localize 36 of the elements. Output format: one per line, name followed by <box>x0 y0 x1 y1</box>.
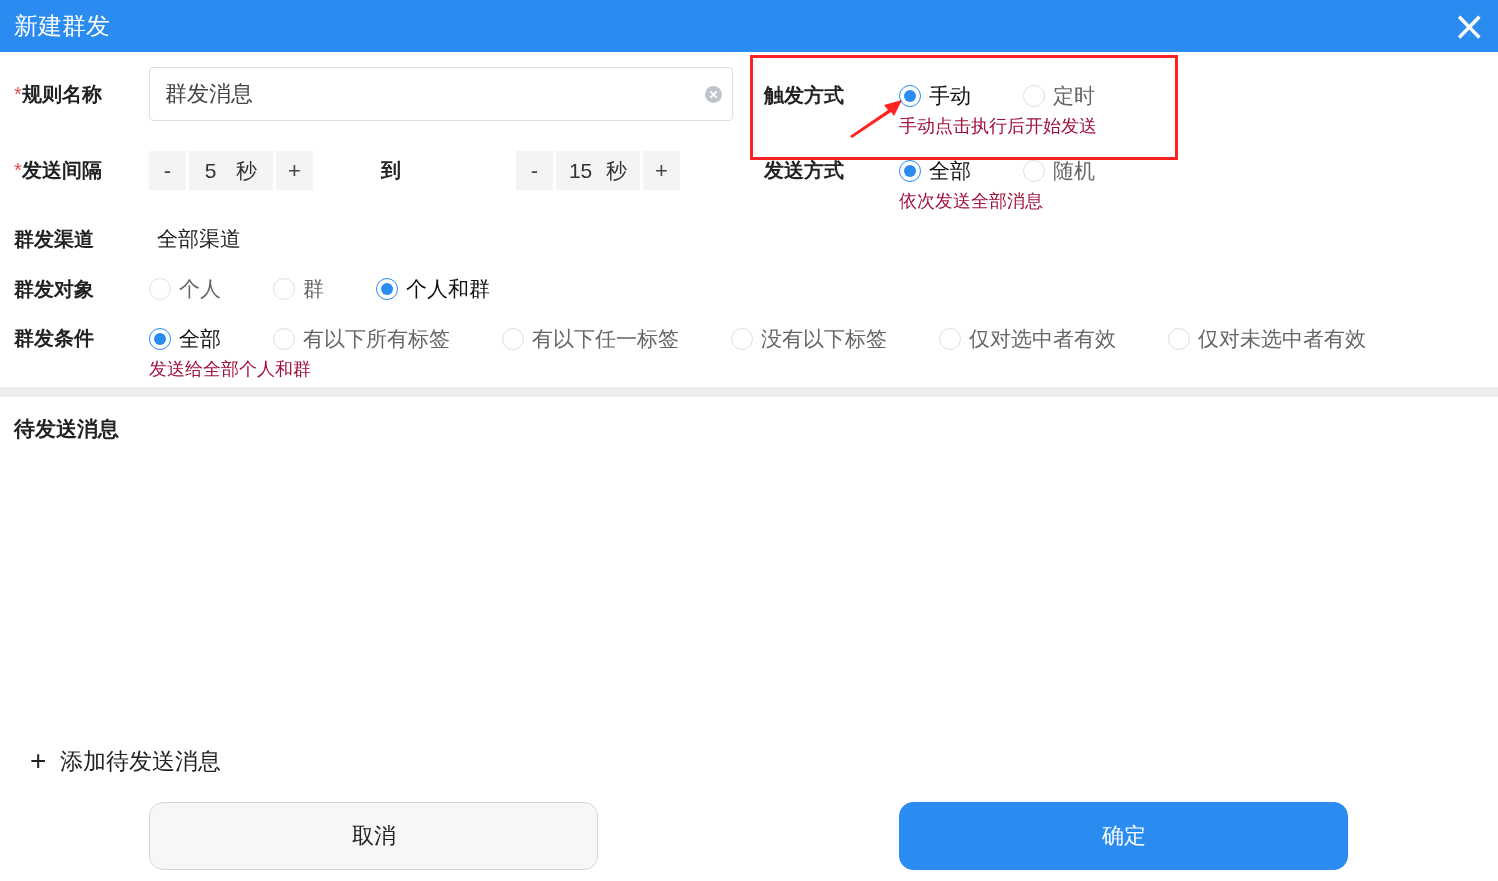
radio-option[interactable]: 全部 <box>899 157 971 185</box>
hint-text: 依次发送全部消息 <box>899 190 1044 213</box>
field-label: 群发对象 <box>13 276 95 302</box>
window-title: 新建群发 <box>14 11 110 41</box>
number-field[interactable]: 15 秒 <box>556 151 640 190</box>
radio-option[interactable]: 随机 <box>1023 157 1095 185</box>
radio-option[interactable]: 个人和群 <box>376 275 490 303</box>
radio-option[interactable]: 没有以下标签 <box>731 325 887 353</box>
radio-option[interactable]: 仅对未选中者有效 <box>1168 325 1366 353</box>
separator-text: 到 <box>380 158 402 183</box>
field-label: 群发渠道 <box>13 226 95 252</box>
field-label: *规则名称 <box>13 81 103 107</box>
radio-option[interactable]: 定时 <box>1023 82 1095 110</box>
add-message-button[interactable]: + 添加待发送消息 <box>30 745 222 777</box>
cancel-button[interactable]: 取消 <box>149 802 598 870</box>
radio-option[interactable]: 有以下所有标签 <box>273 325 450 353</box>
section-title: 待发送消息 <box>12 416 120 442</box>
decrement-button[interactable]: - <box>149 151 186 190</box>
radio-option[interactable]: 手动 <box>899 82 971 110</box>
radio-option[interactable]: 群 <box>273 275 324 303</box>
increment-button[interactable]: + <box>276 151 313 190</box>
radio-option[interactable]: 个人 <box>149 275 221 303</box>
number-field[interactable]: 5 秒 <box>189 151 273 190</box>
field-label: 发送方式 <box>763 158 845 183</box>
decrement-button[interactable]: - <box>516 151 553 190</box>
radio-option[interactable]: 全部 <box>149 325 221 353</box>
radio-option[interactable]: 有以下任一标签 <box>502 325 679 353</box>
channel-value: 全部渠道 <box>156 226 241 252</box>
field-label: *发送间隔 <box>13 158 103 183</box>
radio-option[interactable]: 仅对选中者有效 <box>939 325 1116 353</box>
increment-button[interactable]: + <box>643 151 680 190</box>
hint-text: 手动点击执行后开始发送 <box>899 115 1097 138</box>
hint-text: 发送给全部个人和群 <box>149 358 312 381</box>
field-label: 群发条件 <box>13 326 95 351</box>
field-label: 触发方式 <box>762 83 845 108</box>
rule-name-field[interactable]: 群发消息 <box>149 67 733 121</box>
